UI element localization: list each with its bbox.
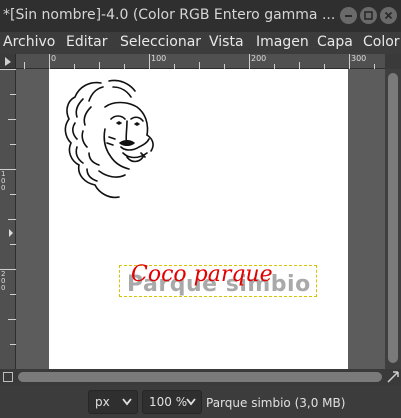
vertical-scroll-thumb[interactable] (388, 73, 398, 363)
zoom-value: 100 % (149, 395, 188, 409)
vertical-scrollbar[interactable] (385, 69, 401, 369)
red-text-layer[interactable]: Coco parque (131, 262, 273, 287)
unit-selector[interactable]: px (88, 390, 138, 414)
ruler-label-300: 300 (351, 54, 367, 63)
menu-imagen[interactable]: Imagen (256, 34, 309, 50)
close-icon (384, 11, 393, 20)
ruler-label-v100: 1 0 0 (1, 170, 6, 192)
layer-info: Parque simbio (3,0 MB) (206, 396, 346, 410)
image-canvas[interactable]: Parque simbio Coco parque (49, 69, 348, 369)
unit-value: px (95, 395, 110, 409)
quick-mask-toggle-icon[interactable] (3, 372, 13, 382)
title-bar: *[Sin nombre]-4.0 (Color RGB Entero gamm… (0, 0, 401, 32)
vertical-ruler-ticks (0, 69, 16, 345)
horizontal-scroll-thumb[interactable] (18, 372, 382, 382)
menu-capa[interactable]: Capa (317, 34, 353, 50)
ruler-label-0: 0 (51, 54, 57, 63)
minimize-icon (345, 15, 352, 17)
navigate-icon[interactable] (385, 54, 401, 69)
chevron-down-icon (186, 398, 196, 406)
window-title: *[Sin nombre]-4.0 (Color RGB Entero gamm… (3, 7, 336, 23)
menu-seleccionar[interactable]: Seleccionar (120, 34, 201, 50)
horizontal-ruler-ticks (24, 54, 375, 69)
close-button[interactable] (380, 7, 397, 24)
zoom-selector[interactable]: 100 % (142, 390, 202, 414)
maximize-button[interactable] (360, 7, 377, 24)
menu-bar: Archivo Editar Seleccionar Vista Imagen … (0, 32, 401, 54)
lion-drawing (64, 79, 154, 199)
menu-color[interactable]: Color (363, 34, 400, 50)
menu-archivo[interactable]: Archivo (3, 34, 55, 50)
horizontal-ruler[interactable]: 0 100 200 300 (16, 54, 385, 69)
vertical-ruler[interactable]: 1 0 0 2 0 0 (0, 69, 16, 369)
status-bar: px 100 % Parque simbio (3,0 MB) (0, 385, 401, 418)
image-workspace[interactable]: Parque simbio Coco parque (16, 69, 385, 369)
menu-vista[interactable]: Vista (209, 34, 244, 50)
ruler-corner-pointer-icon[interactable] (0, 54, 16, 69)
ruler-label-100: 100 (151, 54, 167, 63)
horizontal-scrollbar[interactable] (0, 369, 401, 385)
ruler-label-v200: 2 0 0 (1, 270, 6, 292)
chevron-down-icon (122, 398, 132, 406)
maximize-icon (364, 11, 373, 20)
menu-editar[interactable]: Editar (66, 34, 107, 50)
zoom-image-when-window-size-changes-icon[interactable] (387, 371, 399, 383)
ruler-label-200: 200 (251, 54, 267, 63)
minimize-button[interactable] (340, 7, 357, 24)
